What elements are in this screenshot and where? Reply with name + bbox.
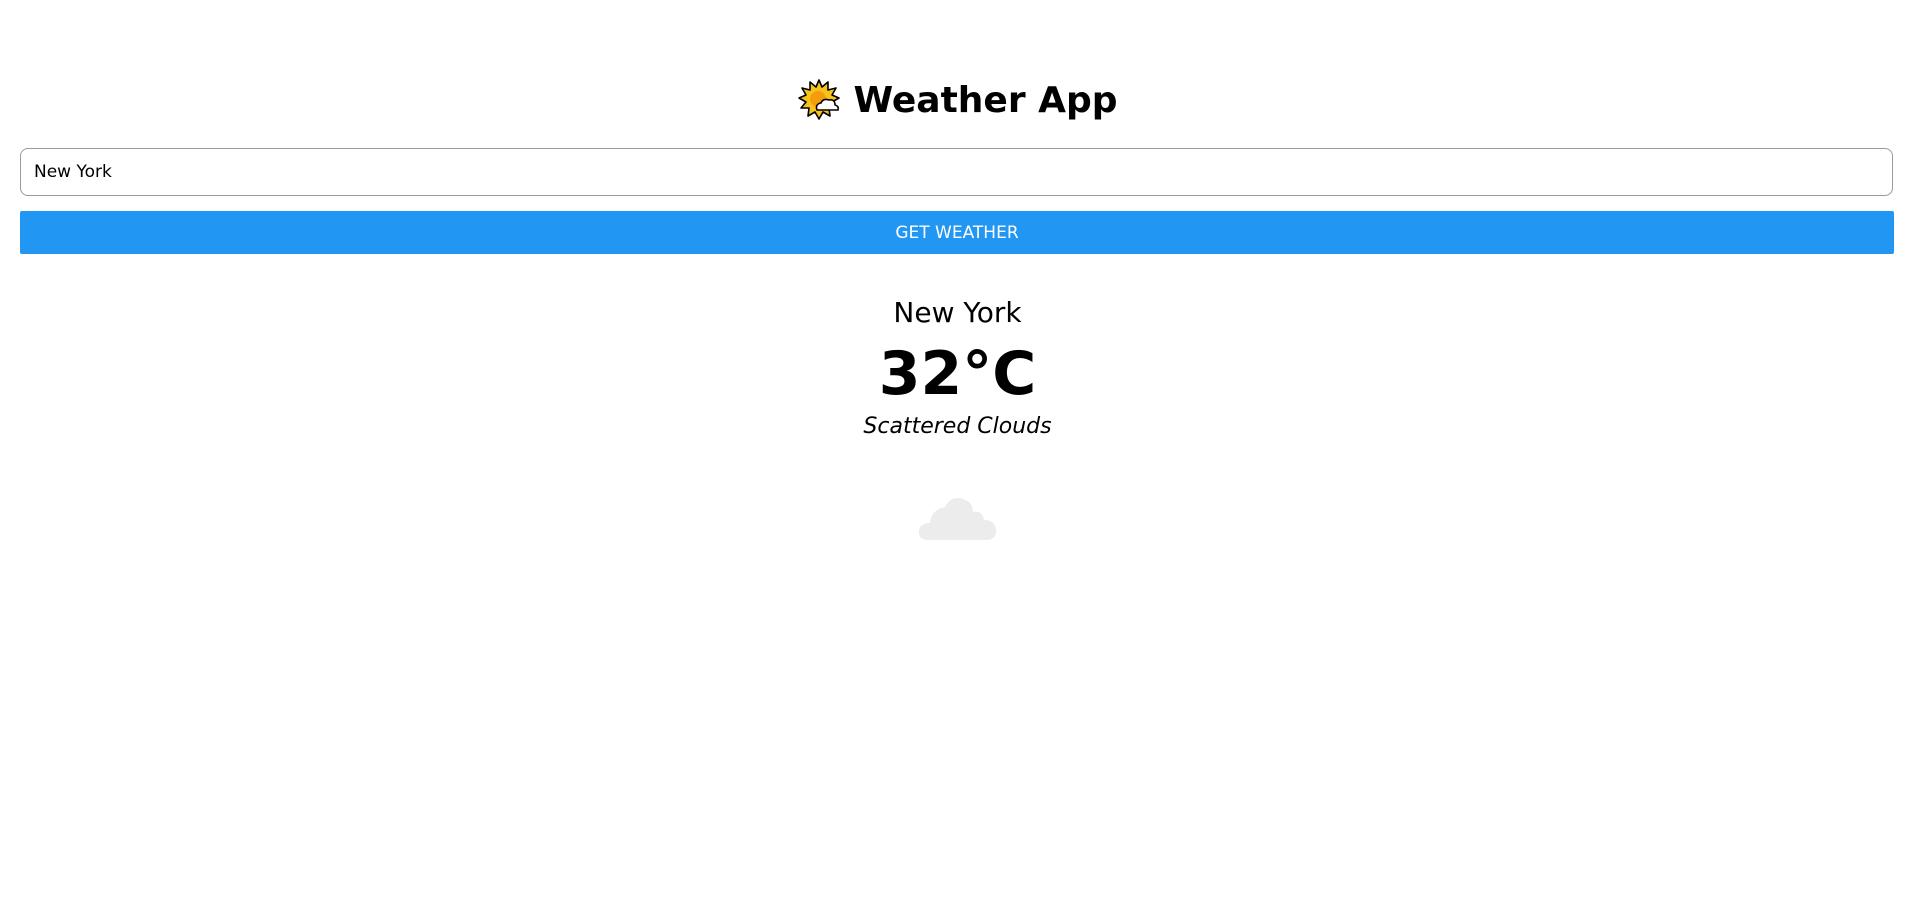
get-weather-button[interactable]: GET WEATHER [20, 211, 1894, 254]
cloud-icon [918, 490, 998, 542]
app-title: Weather App [853, 79, 1118, 121]
weather-result: New York 32°C Scattered Clouds [0, 288, 1915, 444]
sun-behind-cloud-icon [797, 78, 841, 122]
temperature-value: 32°C [878, 339, 1037, 409]
city-name: New York [893, 296, 1022, 329]
weather-condition: Scattered Clouds [863, 414, 1052, 439]
weather-app: Weather App GET WEATHER New York 32°C Sc… [0, 0, 1915, 911]
city-search-input[interactable] [20, 148, 1893, 196]
app-header: Weather App [0, 74, 1915, 126]
